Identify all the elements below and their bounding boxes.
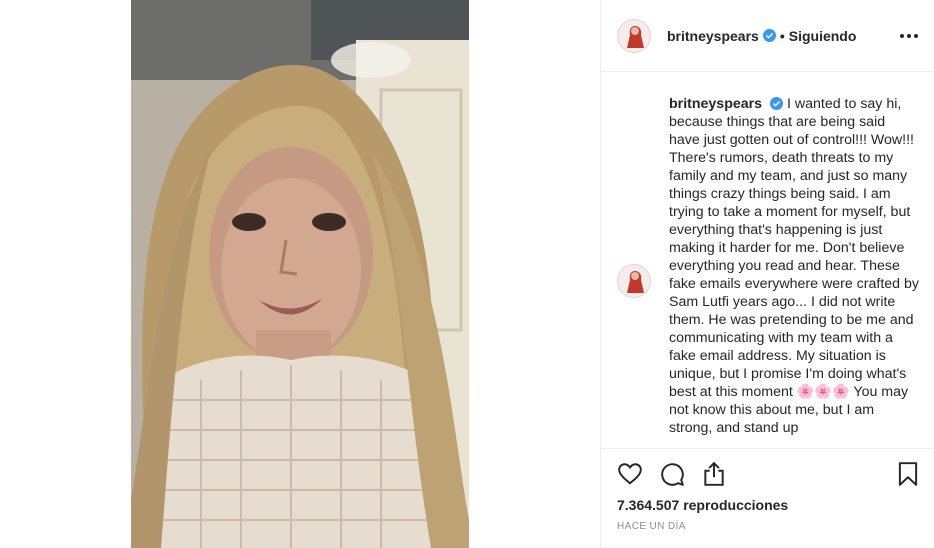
caption: britneyspears I wanted to say hi, becaus…: [669, 95, 919, 437]
comment-icon[interactable]: [659, 461, 685, 487]
post-sidebar: britneyspears • Siguiendo britneyspears …: [600, 0, 934, 548]
share-icon[interactable]: [701, 461, 727, 487]
post-timestamp[interactable]: HACE UN DÍA: [617, 521, 686, 532]
caption-avatar[interactable]: [617, 264, 651, 298]
comments-section[interactable]: britneyspears I wanted to say hi, becaus…: [601, 73, 934, 448]
views-count: 7.364.507 reproducciones: [617, 497, 788, 513]
bookmark-icon[interactable]: [895, 461, 921, 487]
verified-badge-icon: [770, 97, 784, 110]
heart-icon[interactable]: [617, 461, 643, 487]
avatar-image: [618, 19, 650, 52]
views-label: reproducciones: [683, 497, 789, 513]
views-number: 7.364.507: [617, 497, 680, 513]
follow-status-button[interactable]: Siguiendo: [789, 28, 857, 44]
post-username[interactable]: britneyspears: [667, 28, 759, 44]
verified-badge-icon: [762, 29, 776, 42]
media-area: [0, 0, 600, 548]
separator-dot: •: [779, 27, 785, 44]
post-header: britneyspears • Siguiendo: [601, 0, 934, 72]
caption-username[interactable]: britneyspears: [669, 96, 762, 112]
video-frame: [131, 0, 469, 548]
caption-text: I wanted to say hi, because things that …: [669, 96, 919, 436]
more-options-icon[interactable]: [900, 28, 918, 44]
post-actions: 7.364.507 reproducciones HACE UN DÍA: [601, 448, 934, 548]
video-player[interactable]: [131, 0, 469, 548]
action-icons: [617, 461, 727, 487]
avatar[interactable]: [617, 18, 651, 53]
